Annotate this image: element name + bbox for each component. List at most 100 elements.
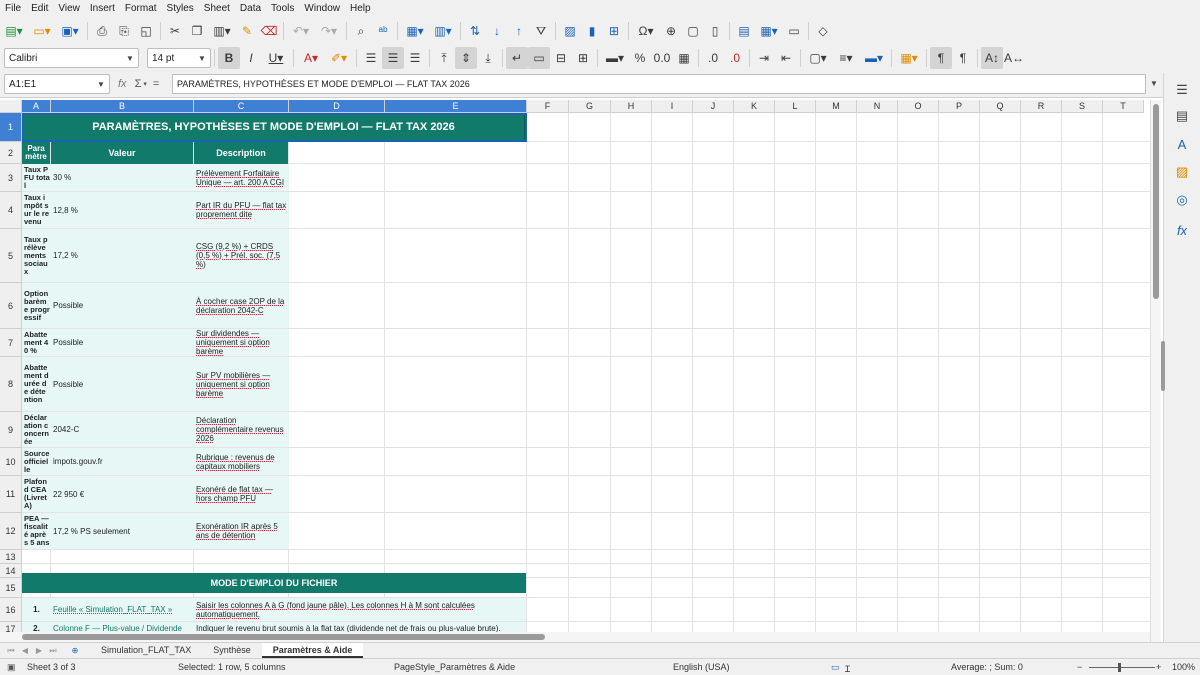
formula-icon[interactable]: = (153, 78, 159, 90)
row-header-13[interactable]: 13 (0, 550, 22, 564)
column-header-e[interactable]: E (385, 100, 527, 113)
sort-ascending-icon[interactable]: ↓ (486, 20, 508, 42)
left-to-right-icon[interactable]: ¶ (930, 47, 952, 69)
menu-help[interactable]: Help (345, 0, 376, 17)
description-cell[interactable]: Sur PV mobilières — uniquement si option… (195, 357, 289, 411)
menu-styles[interactable]: Styles (162, 0, 199, 17)
tab-synthese[interactable]: Synthèse (202, 643, 262, 658)
number-format-icon[interactable]: 0.0 (651, 47, 673, 69)
clear-formatting-icon[interactable]: ⌫ (258, 20, 280, 42)
wrap-text-icon[interactable]: ↵ (506, 47, 528, 69)
copy-icon[interactable]: ❐ (186, 20, 208, 42)
pivot-table-icon[interactable]: ⊞ (603, 20, 625, 42)
highlight-color-icon[interactable]: ✐▾ (325, 47, 353, 69)
find-replace-icon[interactable]: ⌕ (350, 20, 372, 42)
step-text-cell[interactable]: Saisir les colonnes A à G (fond jaune pâ… (195, 598, 525, 621)
gallery-icon[interactable]: ▨ (1171, 161, 1193, 183)
param-cell[interactable]: Taux impôt sur le revenu (23, 192, 50, 228)
font-color-icon[interactable]: A▾ (297, 47, 325, 69)
underline-icon[interactable]: U▾ (262, 47, 290, 69)
align-center-icon[interactable]: ☰ (382, 47, 404, 69)
paste-icon[interactable]: ▥▾ (208, 20, 236, 42)
menu-data[interactable]: Data (235, 0, 266, 17)
prev-sheet-icon[interactable]: ◀ (18, 646, 32, 655)
row-header-9[interactable]: 9 (0, 412, 22, 448)
zoom-slider[interactable] (1089, 667, 1155, 668)
align-middle-icon[interactable]: ⇕ (455, 47, 477, 69)
column-header-q[interactable]: Q (980, 100, 1021, 113)
properties-icon[interactable]: ▤ (1171, 105, 1193, 127)
row-header-1[interactable]: 1 (0, 113, 22, 142)
currency-format-icon[interactable]: ▬▾ (601, 47, 629, 69)
row-header-7[interactable]: 7 (0, 329, 22, 357)
row-header-11[interactable]: 11 (0, 476, 22, 513)
zoom-level[interactable]: 100% (1172, 662, 1195, 672)
param-cell[interactable]: Option barème progressif (23, 283, 50, 328)
row-header-14[interactable]: 14 (0, 564, 22, 578)
column-header-m[interactable]: M (816, 100, 857, 113)
value-cell[interactable]: 12,8 % (52, 192, 192, 228)
description-cell[interactable]: Déclaration complémentaire revenus 2026 (195, 412, 289, 447)
align-right-icon[interactable]: ☰ (404, 47, 426, 69)
description-cell[interactable]: Exonération IR après 5 ans de détention (195, 513, 289, 549)
merge-center-icon[interactable]: ▭ (528, 47, 550, 69)
description-cell[interactable]: Rubrique : revenus de capitaux mobiliers (195, 448, 289, 475)
value-cell[interactable]: 2042-C (52, 412, 192, 447)
column-header-b[interactable]: B (51, 100, 194, 113)
navigator-icon[interactable]: ◎ (1171, 189, 1193, 211)
mode-header[interactable]: MODE D'EMPLOI DU FICHIER (22, 573, 526, 593)
column-header-c[interactable]: C (194, 100, 289, 113)
column-header-o[interactable]: O (898, 100, 939, 113)
column-header-i[interactable]: I (652, 100, 693, 113)
spelling-icon[interactable]: ᵃᵇ (372, 20, 394, 42)
add-decimal-icon[interactable]: .0 (702, 47, 724, 69)
save-icon[interactable]: ▣▾ (56, 20, 84, 42)
formula-input[interactable]: PARAMÈTRES, HYPOTHÈSES ET MODE D'EMPLOI … (172, 74, 1146, 94)
hamburger-icon[interactable]: ☰ (1171, 79, 1193, 101)
menu-tools[interactable]: Tools (266, 0, 299, 17)
description-cell[interactable]: CSG (9,2 %) + CRDS (0,5 %) + Prél. soc. … (195, 229, 289, 282)
unmerge-cells-icon[interactable]: ⊞ (572, 47, 594, 69)
language-status[interactable]: English (USA) (673, 662, 730, 672)
comment-icon[interactable]: ▢ (682, 20, 704, 42)
row-header-4[interactable]: 4 (0, 192, 22, 229)
date-format-icon[interactable]: ▦ (673, 47, 695, 69)
row-header-17[interactable]: 17 (0, 622, 22, 632)
selection-mode-icon[interactable]: ▭ (831, 662, 840, 673)
insert-mode-icon[interactable]: Ɪ (845, 662, 850, 675)
merge-cells-icon[interactable]: ⊟ (550, 47, 572, 69)
column-header-t[interactable]: T (1103, 100, 1144, 113)
param-cell[interactable]: Source officielle (23, 448, 50, 475)
bold-icon[interactable]: B (218, 47, 240, 69)
value-cell[interactable]: 22 950 € (52, 476, 192, 512)
border-color-icon[interactable]: ▬▾ (860, 47, 888, 69)
name-box[interactable]: A1:E1 ▼ (4, 74, 110, 94)
header-description[interactable]: Description (194, 142, 288, 164)
menu-format[interactable]: Format (120, 0, 162, 17)
italic-icon[interactable]: I (240, 47, 262, 69)
description-cell[interactable]: Part IR du PFU — flat tax proprement dit… (195, 192, 289, 228)
column-header-k[interactable]: K (734, 100, 775, 113)
menu-file[interactable]: File (0, 0, 26, 17)
text-vertical-icon[interactable]: A↕ (981, 47, 1003, 69)
row-header-16[interactable]: 16 (0, 598, 22, 622)
value-cell[interactable]: Possible (52, 357, 192, 411)
row-header-5[interactable]: 5 (0, 229, 22, 283)
font-name-combo[interactable]: Calibri ▼ (4, 48, 139, 68)
column-header-n[interactable]: N (857, 100, 898, 113)
description-cell[interactable]: Prélèvement Forfaitaire Unique — art. 20… (195, 164, 289, 191)
step-number-cell[interactable]: 2. (23, 622, 50, 632)
row-icon[interactable]: ▦▾ (401, 20, 429, 42)
header-value[interactable]: Valeur (51, 142, 193, 164)
increase-indent-icon[interactable]: ⇥ (753, 47, 775, 69)
scroll-thumb[interactable] (22, 634, 545, 640)
chevron-down-icon[interactable]: ▾ (143, 80, 147, 88)
cell-area[interactable]: PARAMÈTRES, HYPOTHÈSES ET MODE D'EMPLOI … (22, 113, 1150, 632)
column-icon[interactable]: ▥▾ (429, 20, 457, 42)
value-cell[interactable]: Possible (52, 283, 192, 328)
tab-parametres[interactable]: Paramètres & Aide (261, 643, 364, 658)
border-style-icon[interactable]: ≡▾ (832, 47, 860, 69)
menu-edit[interactable]: Edit (26, 0, 53, 17)
styles-icon[interactable]: A (1171, 133, 1193, 155)
column-header-d[interactable]: D (289, 100, 385, 113)
